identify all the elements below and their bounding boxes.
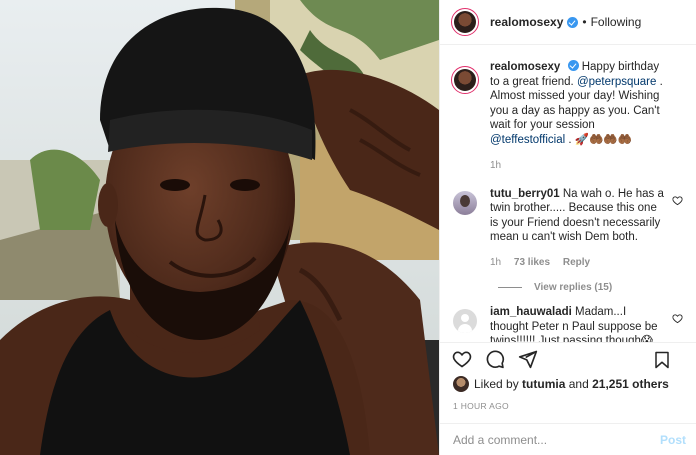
action-bar [440,342,696,374]
mention-link[interactable]: @peterpsquare [577,76,656,88]
comment-username[interactable]: iam_hauwaladi [490,306,572,318]
likes-count-link[interactable]: 21,251 others [592,377,669,391]
verified-icon [567,16,579,28]
share-icon[interactable] [518,349,538,369]
post-timestamp[interactable]: 1 HOUR AGO [453,401,509,411]
author-avatar[interactable] [451,8,479,36]
likes-prefix: Liked by [474,377,519,391]
comment-username[interactable]: tutu_berry01 [490,188,560,200]
comments-list[interactable]: realomosexy Happy birthday to a great fr… [440,46,696,342]
likes-summary: Liked by tutumia and 21,251 others [453,376,669,392]
replies-line [498,287,522,288]
like-heart-icon[interactable] [452,349,472,369]
comment-row: iam_hauwaladi Madam...I thought Peter n … [451,305,683,342]
post-photo[interactable] [0,0,439,455]
view-replies-label: View replies (15) [534,282,613,293]
comment-row: tutu_berry01 Na wah o. He has a twin bro… [451,187,683,271]
comment-input[interactable] [453,432,660,447]
reply-button[interactable]: Reply [563,257,590,268]
caption-avatar[interactable] [451,66,479,94]
comment-time[interactable]: 1h [490,257,501,268]
comment-likes[interactable]: 73 likes [514,257,550,268]
caption-username[interactable]: realomosexy [490,61,560,73]
verified-icon [567,60,579,71]
post-button[interactable]: Post [660,433,686,447]
add-comment-bar: Post [440,423,696,455]
heart-icon[interactable] [672,195,683,206]
bookmark-icon[interactable] [653,351,671,369]
author-username[interactable]: realomosexy [490,15,563,29]
following-button[interactable]: Following [591,15,642,29]
likes-middle: and [568,377,589,391]
caption-time[interactable]: 1h [490,160,501,171]
post-side-panel: realomosexy • Following realomosexy Happ… [439,0,696,455]
commenter-avatar[interactable] [453,309,477,333]
commenter-avatar[interactable] [453,190,477,215]
liker-username[interactable]: tutumia [522,377,565,391]
view-replies-button[interactable]: View replies (15) [498,282,683,293]
heart-icon[interactable] [672,313,683,324]
separator-dot: • [582,15,587,29]
mention-link[interactable]: @teffestofficial [490,134,565,146]
comment-icon[interactable] [485,349,505,369]
caption-row: realomosexy Happy birthday to a great fr… [451,60,683,174]
selfie-image [0,0,439,455]
post-header: realomosexy • Following [440,0,696,45]
liker-avatar[interactable] [453,376,469,392]
caption-text: . 🚀🤲🏾🤲🏾🤲🏾 [565,133,633,146]
